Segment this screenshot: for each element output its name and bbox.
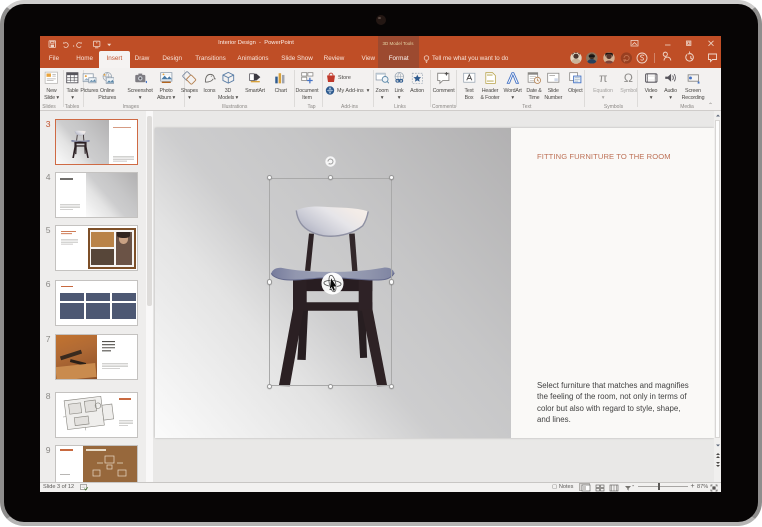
svg-text:π: π [599,71,608,85]
svg-text:Ω: Ω [624,71,633,85]
